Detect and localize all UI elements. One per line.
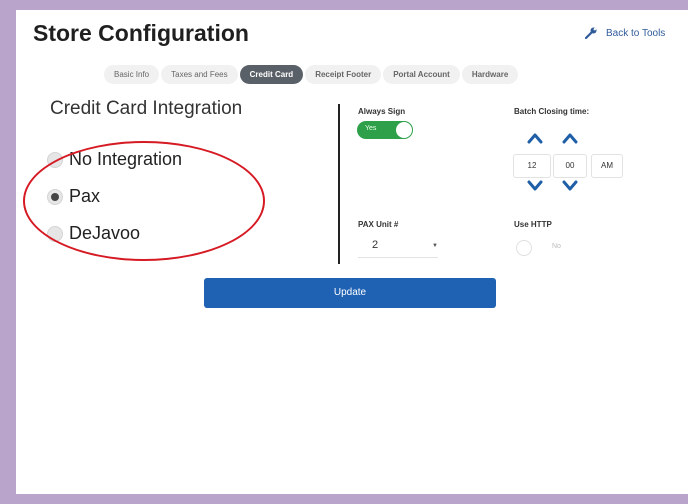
wrench-icon: [584, 27, 597, 40]
tab-basic-info[interactable]: Basic Info: [104, 65, 160, 84]
tab-portal-account[interactable]: Portal Account: [383, 65, 460, 84]
toggle-knob: [396, 122, 412, 138]
use-http-toggle[interactable]: No: [516, 239, 576, 257]
store-configuration-panel: Store Configuration Back to Tools Basic …: [16, 10, 688, 494]
option-pax[interactable]: Pax: [47, 186, 100, 207]
back-to-tools-label: Back to Tools: [606, 27, 666, 39]
always-sign-toggle[interactable]: Yes: [357, 121, 413, 139]
credit-card-integration-heading: Credit Card Integration: [50, 98, 243, 119]
pax-unit-select[interactable]: 2 ▼: [358, 237, 438, 258]
tab-taxes-and-fees[interactable]: Taxes and Fees: [161, 65, 238, 84]
settings-tabs: Basic Info Taxes and Fees Credit Card Re…: [104, 65, 519, 84]
hour-up-chevron-icon[interactable]: [527, 131, 543, 145]
tab-hardware[interactable]: Hardware: [461, 65, 519, 84]
pax-unit-value: 2: [372, 239, 379, 251]
back-to-tools-link[interactable]: Back to Tools: [584, 26, 665, 40]
use-http-state: No: [552, 243, 561, 250]
pax-unit-label: PAX Unit #: [358, 220, 399, 229]
dropdown-arrow-icon: ▼: [432, 243, 438, 249]
option-dejavoo[interactable]: DeJavoo: [47, 223, 140, 244]
always-sign-label: Always Sign: [358, 107, 406, 116]
tab-credit-card[interactable]: Credit Card: [239, 65, 304, 84]
minute-up-chevron-icon[interactable]: [562, 131, 578, 145]
radio-no-integration[interactable]: [47, 151, 63, 168]
use-http-label: Use HTTP: [514, 220, 552, 229]
minute-down-chevron-icon[interactable]: [562, 179, 578, 193]
toggle-knob: [516, 240, 532, 256]
update-button[interactable]: Update: [204, 278, 496, 308]
radio-dejavoo[interactable]: [47, 225, 63, 242]
option-no-integration-label: No Integration: [69, 149, 183, 169]
option-no-integration[interactable]: No Integration: [47, 149, 182, 170]
page-title: Store Configuration: [33, 20, 249, 46]
option-pax-label: Pax: [69, 186, 101, 206]
hour-down-chevron-icon[interactable]: [527, 179, 543, 193]
option-dejavoo-label: DeJavoo: [69, 223, 141, 243]
batch-closing-time-label: Batch Closing time:: [514, 107, 590, 116]
always-sign-state: Yes: [365, 125, 377, 132]
batch-minute-input[interactable]: 00: [553, 154, 587, 178]
batch-hour-input[interactable]: 12: [513, 154, 551, 178]
batch-ampm-button[interactable]: AM: [591, 154, 623, 178]
vertical-divider: [338, 104, 340, 264]
radio-pax[interactable]: [47, 188, 63, 205]
tab-receipt-footer[interactable]: Receipt Footer: [305, 65, 382, 84]
